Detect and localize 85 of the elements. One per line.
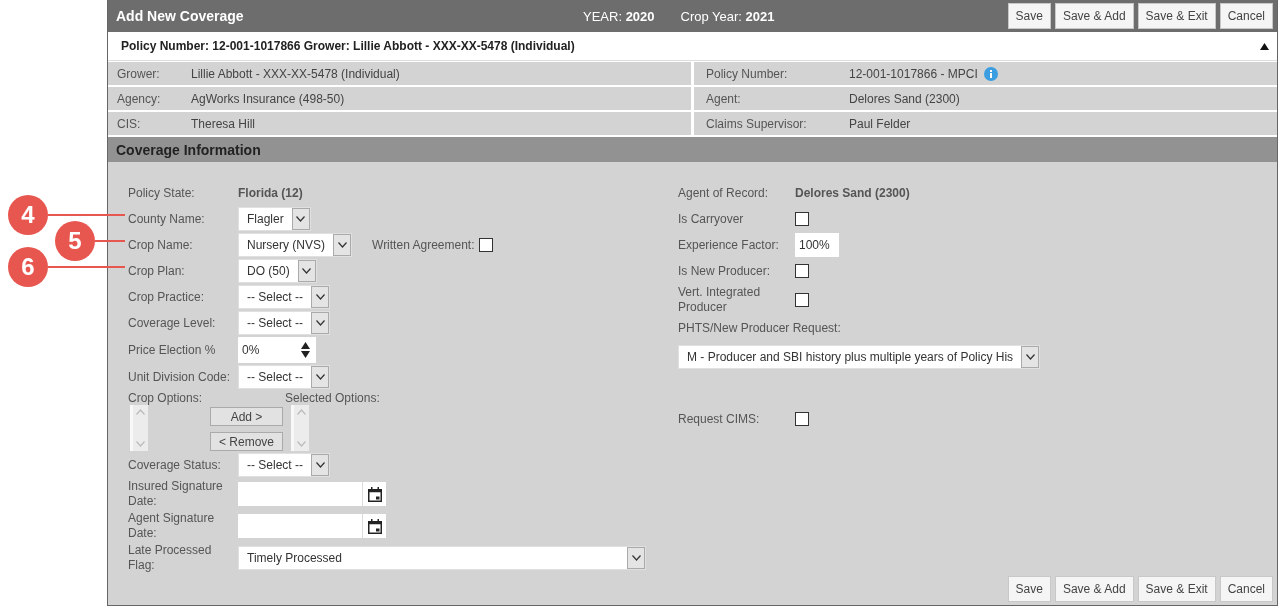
checkbox[interactable] (478, 238, 493, 252)
chevron-down-icon (302, 268, 312, 274)
chevron-down-icon (296, 216, 306, 222)
checkbox[interactable] (795, 264, 809, 278)
list-move-button[interactable]: < Remove (210, 432, 283, 451)
number-spinner[interactable]: 0% (238, 337, 316, 363)
chevron-down-icon (1025, 354, 1035, 360)
dropdown[interactable]: Timely Processed (238, 546, 646, 570)
field-label: Crop Options: (128, 391, 204, 405)
field-label: Written Agreement: (372, 238, 475, 252)
info-label: Grower: (116, 66, 161, 81)
checkbox[interactable] (795, 293, 809, 307)
chevron-down-icon (315, 320, 325, 326)
collapse-triangle-icon[interactable] (1260, 42, 1269, 50)
field-label: Is Carryover (678, 211, 745, 227)
step-badge: 5 (55, 221, 95, 261)
calendar-icon[interactable] (367, 518, 382, 534)
header-button[interactable]: Save & Exit (1137, 3, 1216, 29)
header-button[interactable]: Cancel (1219, 3, 1273, 29)
chevron-down-icon (315, 374, 325, 380)
info-value: AgWorks Insurance (498-50) (191, 91, 345, 106)
section-title: Coverage Information (116, 141, 261, 158)
field-label: Vert. Integrated Producer (678, 285, 762, 315)
field-label: Experience Factor: (678, 237, 780, 253)
field-value: Florida (12) (238, 186, 303, 200)
field-label: Crop Plan: (128, 263, 186, 279)
dropdown[interactable]: -- Select -- (238, 285, 330, 309)
field-label: Selected Options: (285, 391, 381, 405)
field-label: Late Processed Flag: (128, 543, 213, 573)
chevron-down-icon (315, 294, 325, 300)
up-down-arrows-icon[interactable] (301, 342, 310, 358)
info-value: 12-001-1017866 - MPCI (849, 66, 978, 81)
field-label: Coverage Level: (128, 315, 217, 331)
page-title: Add New Coverage (116, 8, 245, 24)
calendar-icon[interactable] (367, 486, 382, 502)
field-label: Is New Producer: (678, 263, 772, 279)
chevron-down-icon (315, 462, 325, 468)
info-label: CIS: (116, 116, 142, 131)
field-label: Crop Practice: (128, 289, 206, 305)
dropdown[interactable]: Nursery (NVS) (238, 233, 352, 257)
field-label: Request CIMS: (678, 411, 761, 427)
field-label: Policy State: (128, 185, 196, 201)
footer-button[interactable]: Save & Exit (1137, 576, 1216, 602)
dropdown[interactable]: Flagler (238, 207, 311, 231)
list-move-button[interactable]: Add > (210, 407, 283, 426)
header-button[interactable]: Save (1007, 3, 1051, 29)
chevron-down-icon (337, 242, 347, 248)
header-button[interactable]: Save & Add (1054, 3, 1134, 29)
info-icon[interactable] (983, 66, 998, 81)
chevron-down-icon (631, 555, 641, 561)
info-value: Paul Felder (849, 116, 911, 131)
step-badge: 4 (8, 195, 48, 235)
crop-year-text: Crop Year: 2021 (680, 8, 775, 24)
field-label: Insured Signature Date: (128, 479, 224, 509)
info-value: Delores Sand (2300) (849, 91, 960, 106)
field-label: Agent Signature Date: (128, 511, 216, 541)
field-label: County Name: (128, 211, 206, 227)
footer-button[interactable]: Save & Add (1054, 576, 1134, 602)
info-label: Policy Number: (705, 66, 789, 81)
field-label: Crop Name: (128, 237, 194, 253)
field-label: PHTS/New Producer Request: (678, 321, 842, 335)
dropdown[interactable]: -- Select -- (238, 453, 330, 477)
checkbox[interactable] (795, 412, 809, 426)
dropdown[interactable]: -- Select -- (238, 365, 330, 389)
info-label: Agency: (116, 91, 162, 106)
info-label: Claims Supervisor: (705, 116, 808, 131)
info-value: Lillie Abbott - XXX-XX-5478 (Individual) (191, 66, 400, 81)
footer-button[interactable]: Save (1007, 576, 1051, 602)
dropdown[interactable]: -- Select -- (238, 311, 330, 335)
dropdown[interactable]: M - Producer and SBI history plus multiple years of Policy His (678, 345, 1041, 369)
field-value: Delores Sand (2300) (795, 186, 910, 200)
info-label: Agent: (705, 91, 742, 106)
year-text: YEAR: 2020 (583, 8, 655, 24)
info-value: Theresa Hill (191, 116, 256, 131)
policy-summary: Policy Number: 12-001-1017866 Grower: Lillie Abbott - XXX-XX-5478 (Individual) (121, 39, 575, 53)
checkbox[interactable] (795, 212, 809, 226)
step-badge: 6 (8, 247, 48, 287)
dropdown[interactable]: DO (50) (238, 259, 317, 283)
text-field[interactable]: 100% (795, 233, 839, 257)
field-label: Agent of Record: (678, 185, 770, 201)
footer-button[interactable]: Cancel (1219, 576, 1273, 602)
field-label: Price Election % (128, 342, 217, 358)
field-label: Unit Division Code: (128, 369, 232, 385)
leader-line (95, 240, 125, 242)
field-label: Coverage Status: (128, 457, 222, 473)
